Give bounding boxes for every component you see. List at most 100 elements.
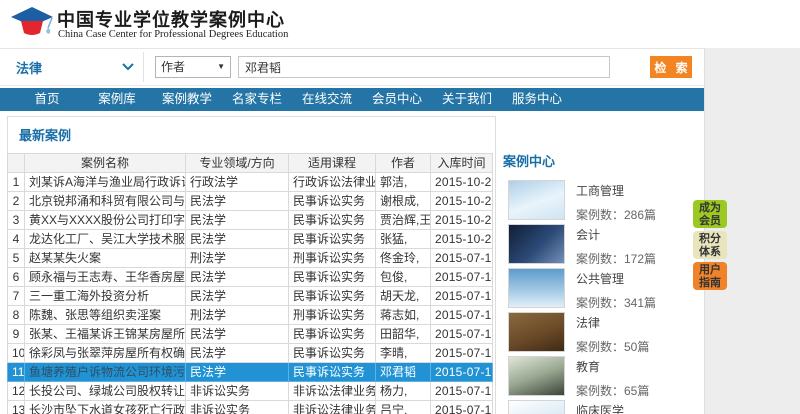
nav-item[interactable]: 名家专栏 — [222, 88, 292, 111]
col-header-author: 作者 — [376, 154, 431, 173]
case-field: 民法学 — [186, 268, 289, 287]
graduation-cap-icon[interactable] — [10, 6, 54, 42]
case-course: 非诉讼法律业务 — [289, 382, 376, 401]
case-name-link[interactable]: 刘某诉A海洋与渔业局行政诉讼案 — [25, 173, 186, 192]
nav-item[interactable]: 在线交流 — [292, 88, 362, 111]
case-name-link[interactable]: 黄XX与XXXX股份公司打印字迹时间... — [25, 211, 186, 230]
cases-table: 案例名称 专业领域/方向 适用课程 作者 入库时间 1 刘某诉A海洋与渔业局行政… — [7, 153, 493, 414]
nav-item[interactable]: 首页 — [12, 88, 82, 111]
case-field: 非诉讼实务 — [186, 401, 289, 414]
floating-button-line1: 成为 — [693, 202, 727, 215]
category-count: 案例数：65篇 — [576, 382, 649, 399]
case-course: 刑事诉讼实务 — [289, 249, 376, 268]
category-item[interactable]: 会计 案例数：172篇 — [503, 224, 703, 264]
floating-buttons: 成为 会员 积分 体系 用户 指南 — [693, 200, 727, 293]
table-row: 8 陈魏、张思等组织卖淫案 刑法学 刑事诉讼实务 蒋志如, 2015-07-10 — [8, 306, 493, 325]
case-date: 2015-07-10 — [431, 344, 493, 363]
case-author: 谢根成, — [376, 192, 431, 211]
row-index: 3 — [8, 211, 25, 230]
table-row: 1 刘某诉A海洋与渔业局行政诉讼案 行政法学 行政诉讼法律业务 郭洁, 2015… — [8, 173, 493, 192]
col-header-index — [8, 154, 25, 173]
category-item[interactable]: 公共管理 案例数：341篇 — [503, 268, 703, 308]
case-name-link[interactable]: 张某、王福某诉王锦某房屋所有权确认 — [25, 325, 186, 344]
case-name-link[interactable]: 鱼塘养殖户诉物流公司环境污染损害案 — [25, 363, 186, 382]
case-date: 2015-07-12 — [431, 287, 493, 306]
search-input[interactable] — [238, 56, 610, 78]
case-name-link[interactable]: 龙达化工厂、吴江大学技术服务合同纠 — [25, 230, 186, 249]
category-item[interactable]: 临床医学 — [503, 400, 703, 414]
category-count: 案例数：286篇 — [576, 206, 656, 223]
floating-button-line2: 指南 — [693, 277, 727, 290]
case-course: 民事诉讼实务 — [289, 268, 376, 287]
row-index: 10 — [8, 344, 25, 363]
case-author: 田韶华, — [376, 325, 431, 344]
table-row: 7 三一重工海外投资分析 民法学 民事诉讼实务 胡天龙, 2015-07-12 — [8, 287, 493, 306]
table-row: 11 鱼塘养殖户诉物流公司环境污染损害案 民法学 民事诉讼实务 邓君韬 2015… — [8, 363, 493, 382]
case-name-link[interactable]: 顾永福与王志寿、王华香房屋买卖合同 — [25, 268, 186, 287]
search-bar: 法律 作者 ▼ 检 索 — [0, 48, 704, 86]
case-field: 民法学 — [186, 363, 289, 382]
row-index: 2 — [8, 192, 25, 211]
floating-button-line1: 积分 — [693, 233, 727, 246]
case-field: 民法学 — [186, 192, 289, 211]
site-header: 中国专业学位教学案例中心 China Case Center for Profe… — [0, 0, 800, 48]
case-name-link[interactable]: 徐彩凤与张翠萍房屋所有权确认纠纷案 — [25, 344, 186, 363]
case-course: 非诉讼法律业务 — [289, 401, 376, 414]
category-name: 工商管理 — [576, 182, 656, 199]
row-index: 9 — [8, 325, 25, 344]
case-name-link[interactable]: 长沙市坠下水道女孩死亡行政救助案例 — [25, 401, 186, 414]
case-date: 2015-10-26 — [431, 192, 493, 211]
case-name-link[interactable]: 三一重工海外投资分析 — [25, 287, 186, 306]
case-name-link[interactable]: 陈魏、张思等组织卖淫案 — [25, 306, 186, 325]
case-author: 贾治辉,王俊 — [376, 211, 431, 230]
nav-item[interactable]: 会员中心 — [362, 88, 432, 111]
search-divider — [143, 52, 144, 82]
category-name: 教育 — [576, 358, 649, 375]
site-subtitle: China Case Center for Professional Degre… — [58, 29, 288, 40]
category-count: 案例数：172篇 — [576, 250, 656, 267]
case-course: 行政诉讼法律业务 — [289, 173, 376, 192]
category-count: 案例数：50篇 — [576, 338, 649, 355]
category-item[interactable]: 工商管理 案例数：286篇 — [503, 180, 703, 220]
nav-item[interactable]: 案例库 — [82, 88, 152, 111]
case-name-link[interactable]: 长投公司、绿城公司股权转让仲裁案（ — [25, 382, 186, 401]
case-date: 2015-10-26 — [431, 211, 493, 230]
case-field: 刑法学 — [186, 306, 289, 325]
case-date: 2015-07-10 — [431, 382, 493, 401]
case-name-link[interactable]: 北京锐邦涌和科贸有限公司与强生（上 — [25, 192, 186, 211]
case-author: 包俊, — [376, 268, 431, 287]
case-name-link[interactable]: 赵某某失火案 — [25, 249, 186, 268]
case-author: 杨力, — [376, 382, 431, 401]
case-course: 民事诉讼实务 — [289, 344, 376, 363]
category-thumbnail-image — [508, 312, 565, 352]
category-name: 法律 — [576, 314, 649, 331]
floating-button[interactable]: 成为 会员 — [693, 200, 727, 228]
search-button[interactable]: 检 索 — [650, 56, 692, 78]
case-author: 蒋志如, — [376, 306, 431, 325]
category-dropdown[interactable]: 法律 — [16, 58, 136, 78]
case-field: 民法学 — [186, 287, 289, 306]
case-date: 2015-07-10 — [431, 363, 493, 382]
nav-item[interactable]: 关于我们 — [432, 88, 502, 111]
chevron-down-icon — [122, 63, 134, 71]
case-center-sidebar: 案例中心 工商管理 案例数：286篇 会计 案例数：172篇 — [503, 151, 703, 414]
case-date: 2015-07-10 — [431, 325, 493, 344]
row-index: 5 — [8, 249, 25, 268]
category-item[interactable]: 教育 案例数：65篇 — [503, 356, 703, 396]
table-row: 12 长投公司、绿城公司股权转让仲裁案（ 非诉讼实务 非诉讼法律业务 杨力, 2… — [8, 382, 493, 401]
case-course: 民事诉讼实务 — [289, 363, 376, 382]
table-row: 10 徐彩凤与张翠萍房屋所有权确认纠纷案 民法学 民事诉讼实务 李晴, 2015… — [8, 344, 493, 363]
case-author: 张猛, — [376, 230, 431, 249]
case-date: 2015-10-26 — [431, 230, 493, 249]
case-field: 民法学 — [186, 211, 289, 230]
nav-item[interactable]: 案例教学 — [152, 88, 222, 111]
field-select[interactable]: 作者 ▼ — [155, 56, 231, 78]
category-dropdown-value: 法律 — [16, 61, 42, 76]
category-item[interactable]: 法律 案例数：50篇 — [503, 312, 703, 352]
table-row: 5 赵某某失火案 刑法学 刑事诉讼实务 佟金玲, 2015-07-16 — [8, 249, 493, 268]
case-field: 刑法学 — [186, 249, 289, 268]
case-author: 吕宁, — [376, 401, 431, 414]
floating-button[interactable]: 积分 体系 — [693, 231, 727, 259]
floating-button[interactable]: 用户 指南 — [693, 262, 727, 290]
nav-item[interactable]: 服务中心 — [502, 88, 572, 111]
